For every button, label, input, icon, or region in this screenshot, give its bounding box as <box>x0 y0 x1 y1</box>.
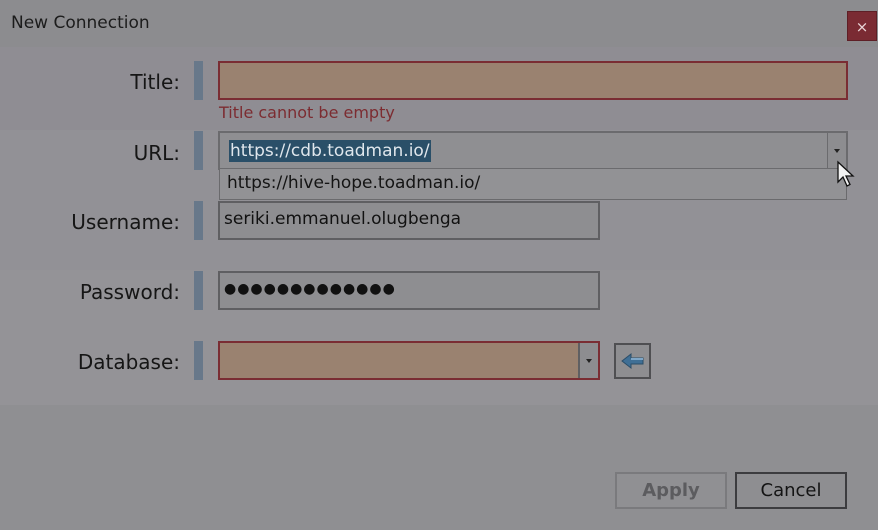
window-title: New Connection <box>11 13 150 33</box>
mouse-cursor-icon <box>837 160 855 187</box>
username-label: Username: <box>71 210 180 234</box>
url-dropdown-option[interactable]: https://hive-hope.toadman.io/ <box>227 173 480 193</box>
database-label: Database: <box>77 350 180 374</box>
database-dropdown-button[interactable] <box>578 343 598 378</box>
field-accent-bar <box>194 341 203 380</box>
close-icon: × <box>855 18 869 36</box>
chevron-down-icon <box>586 358 592 363</box>
password-input[interactable]: ●●●●●●●●●●●●● <box>218 271 600 310</box>
field-accent-bar <box>194 271 203 310</box>
username-input[interactable]: seriki.emmanuel.olugbenga <box>218 201 600 240</box>
title-error-message: Title cannot be empty <box>219 103 395 122</box>
close-button[interactable]: × <box>847 11 877 41</box>
back-arrow-icon <box>621 352 644 370</box>
apply-button[interactable]: Apply <box>615 472 727 509</box>
cancel-button[interactable]: Cancel <box>735 472 847 509</box>
url-combobox[interactable]: https://cdb.toadman.io/ <box>218 131 848 170</box>
field-accent-bar <box>194 201 203 240</box>
title-label: Title: <box>130 70 180 94</box>
footer-band <box>0 405 878 530</box>
database-combobox[interactable] <box>218 341 600 380</box>
field-accent-bar <box>194 131 203 170</box>
title-input[interactable] <box>218 61 848 100</box>
url-dropdown-list: https://hive-hope.toadman.io/ <box>219 169 847 200</box>
url-input-selected-text[interactable]: https://cdb.toadman.io/ <box>229 140 431 162</box>
title-bar: New Connection × <box>0 0 878 47</box>
url-label: URL: <box>133 141 180 165</box>
refresh-databases-button[interactable] <box>614 343 651 379</box>
chevron-down-icon <box>834 148 840 153</box>
password-label: Password: <box>79 280 180 304</box>
field-accent-bar <box>194 61 203 100</box>
